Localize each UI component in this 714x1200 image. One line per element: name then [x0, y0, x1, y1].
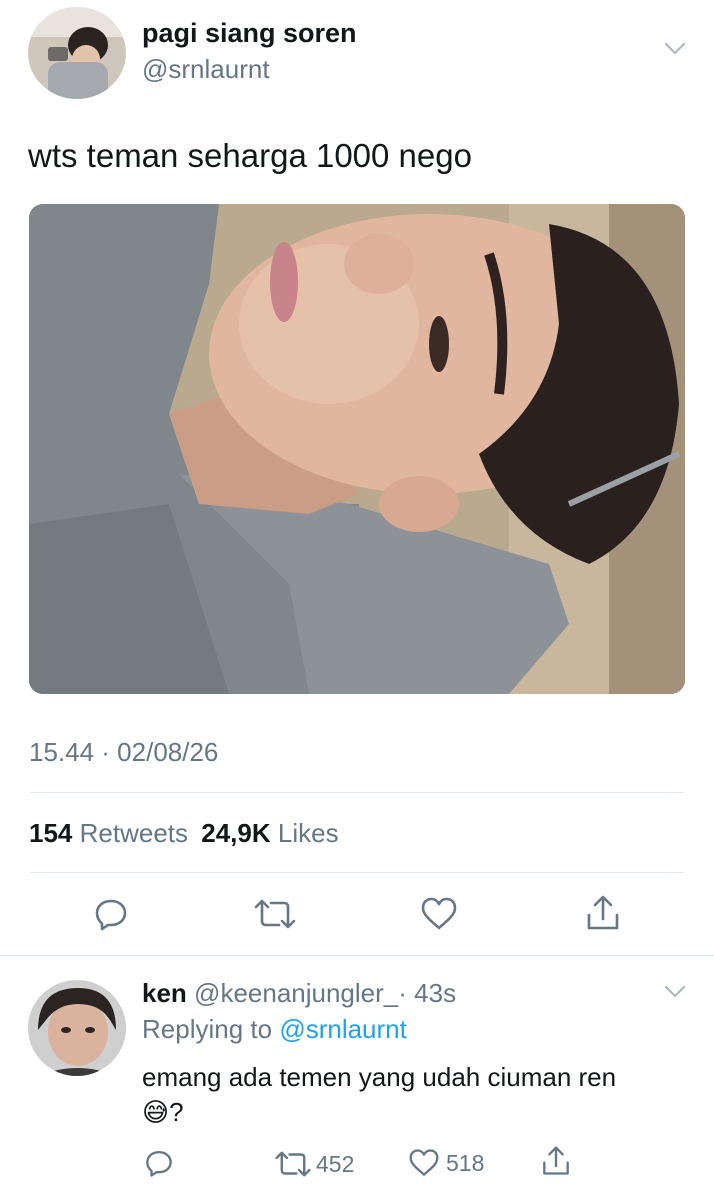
divider: [30, 792, 684, 793]
reply-author-avatar[interactable]: [28, 980, 126, 1076]
replying-to-handle[interactable]: @srnlaurnt: [279, 1014, 407, 1044]
reply-like-icon: [408, 1148, 440, 1178]
reply-chevron-down-icon[interactable]: [662, 983, 688, 1001]
chevron-down-icon[interactable]: [662, 40, 688, 58]
reply-like-button[interactable]: 518: [408, 1148, 484, 1178]
reply-handle[interactable]: @keenanjungler_: [194, 978, 398, 1008]
reply-display-name[interactable]: ken: [142, 978, 187, 1008]
reply-retweet-count: 452: [316, 1150, 355, 1177]
reply-retweet-icon: [274, 1149, 312, 1179]
retweets-label[interactable]: Retweets: [80, 818, 188, 848]
tweet-stats: 154 Retweets 24,9K Likes: [29, 818, 339, 849]
sweat-smile-emoji: 😅: [142, 1098, 170, 1128]
reply-text: emang ada temen yang udah ciuman ren: [142, 1062, 617, 1092]
replying-to-label: Replying to: [142, 1014, 273, 1044]
retweet-icon[interactable]: [253, 897, 297, 931]
reply-share-icon[interactable]: [541, 1144, 571, 1178]
author-handle[interactable]: @srnlaurnt: [142, 54, 270, 85]
section-divider: [0, 955, 714, 956]
reply-icon[interactable]: [93, 896, 129, 932]
reply-header: ken @keenanjungler_· 43s: [142, 978, 456, 1009]
reply-retweet-button[interactable]: 452: [274, 1149, 354, 1179]
like-icon[interactable]: [420, 896, 458, 932]
reply-age[interactable]: · 43s: [398, 978, 456, 1008]
author-display-name[interactable]: pagi siang soren: [142, 18, 357, 49]
tweet-timestamp[interactable]: 15.44 · 02/08/26: [29, 737, 218, 768]
reply-text-second-line: 😅?: [142, 1097, 184, 1128]
reply-text-suffix: ?: [169, 1097, 184, 1127]
author-avatar[interactable]: [28, 7, 126, 99]
likes-label[interactable]: Likes: [278, 818, 339, 848]
tweet-text: wts teman seharga 1000 nego: [28, 137, 472, 174]
replying-to-line: Replying to @srnlaurnt: [142, 1014, 407, 1045]
share-icon[interactable]: [585, 893, 621, 933]
tweet-photo[interactable]: [29, 204, 685, 694]
retweet-count[interactable]: 154: [29, 818, 72, 848]
divider: [30, 872, 684, 873]
reply-like-count: 518: [446, 1149, 485, 1176]
reply-reply-icon[interactable]: [144, 1148, 174, 1178]
like-count[interactable]: 24,9K: [201, 818, 270, 848]
